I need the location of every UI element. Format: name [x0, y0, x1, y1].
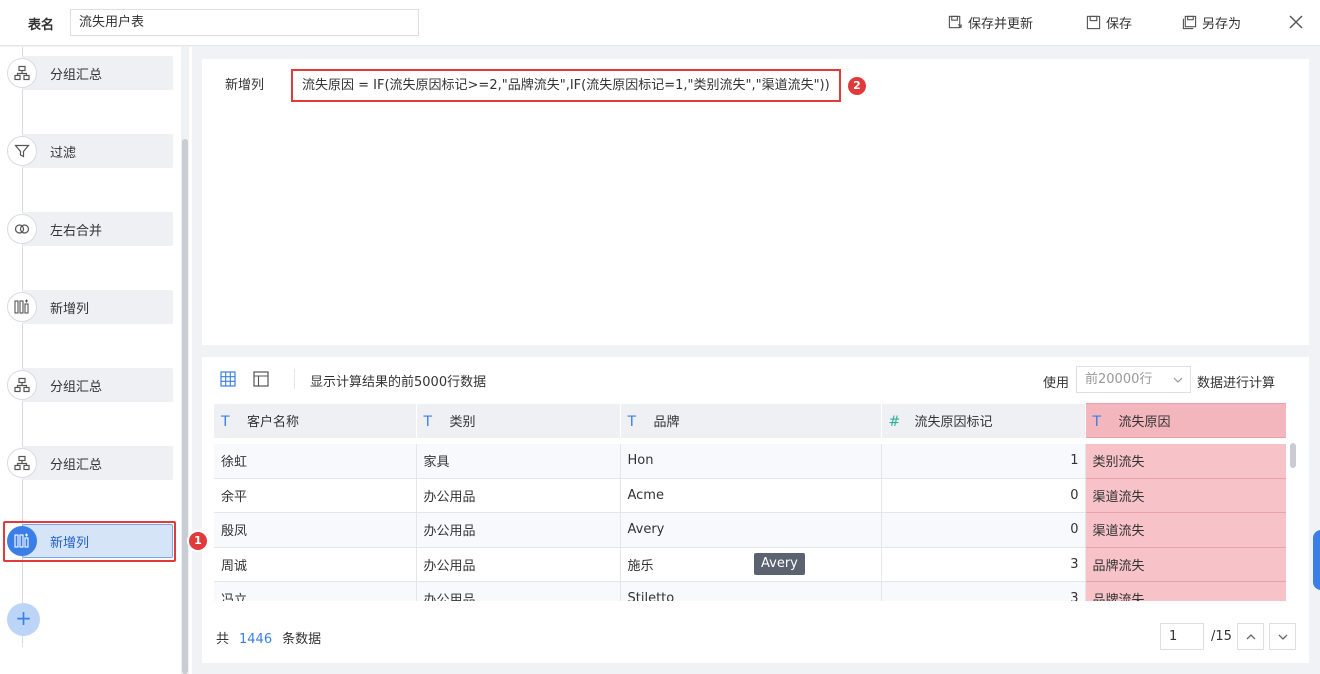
formula-panel: 新增列 流失原因 = IF(流失原因标记>=2,"品牌流失",IF(流失原因标记…	[202, 59, 1309, 345]
step-icon-circle	[7, 136, 37, 166]
step-label: 过滤	[50, 146, 77, 161]
page-total: /15	[1211, 629, 1232, 644]
step-group-summary-2[interactable]: 分组汇总	[0, 367, 180, 403]
number-type-icon: #	[888, 414, 901, 430]
save-icon	[1086, 15, 1101, 30]
step-label: 分组汇总	[50, 68, 103, 83]
step-icon-circle	[7, 214, 37, 244]
cell-tooltip: Avery	[754, 553, 805, 575]
data-preview-panel: 显示计算结果的前5000行数据 使用 前20000行 数据进行计算 T 客户名称 …	[202, 357, 1309, 663]
step-add-column-1[interactable]: 新增列	[0, 289, 180, 325]
close-icon[interactable]	[1288, 14, 1304, 30]
step-rail: 分组汇总 过滤 左右合并 新增列 分组汇总 分组汇总 新增列 1 +	[0, 47, 207, 674]
grid-view-icon[interactable]	[220, 371, 236, 387]
annotation-highlight-box	[3, 521, 176, 562]
add-column-icon	[14, 299, 29, 314]
row-limit-select[interactable]: 前20000行	[1076, 366, 1191, 393]
column-header[interactable]: T 客户名称	[214, 403, 417, 438]
step-label: 分组汇总	[50, 458, 103, 473]
annotation-badge-1: 1	[189, 532, 207, 550]
annotation-badge-2: 2	[848, 77, 866, 95]
top-header: 表名 流失用户表 保存并更新 保存 另存为	[0, 0, 1320, 46]
save-label: 保存	[1106, 17, 1133, 32]
text-type-icon: T	[423, 414, 433, 430]
table-row[interactable]: 殷凤 办公用品 Avery 0 渠道流失	[214, 512, 1286, 548]
use-label: 使用	[1043, 376, 1070, 391]
formula-label: 新增列	[225, 78, 265, 93]
step-icon-circle	[7, 58, 37, 88]
chevron-down-icon	[1173, 377, 1183, 383]
record-count-value: 1446	[239, 632, 273, 647]
column-header[interactable]: T 类别	[416, 403, 621, 438]
save-as-icon	[1182, 15, 1197, 30]
step-icon-circle	[7, 292, 37, 322]
step-label: 新增列	[50, 302, 90, 317]
floating-assistant-button[interactable]	[1313, 530, 1320, 590]
table-row[interactable]: 周诚 办公用品 施乐 3 品牌流失	[214, 547, 1286, 582]
filter-icon	[14, 144, 30, 158]
use-suffix: 数据进行计算	[1197, 376, 1276, 391]
merge-icon	[14, 224, 30, 234]
save-and-update-button[interactable]: 保存并更新	[948, 13, 1033, 32]
step-pill	[22, 134, 173, 168]
step-pill	[22, 290, 173, 324]
column-header-highlighted[interactable]: T 流失原因	[1084, 403, 1286, 438]
next-page-button[interactable]	[1269, 623, 1296, 650]
chevron-up-icon	[1246, 633, 1255, 639]
step-group-summary-3[interactable]: 分组汇总	[0, 445, 180, 481]
step-icon-circle	[7, 448, 37, 478]
save-and-update-label: 保存并更新	[968, 17, 1034, 32]
rail-scrollbar[interactable]	[181, 47, 189, 674]
step-filter[interactable]: 过滤	[0, 133, 180, 169]
step-label: 左右合并	[50, 224, 103, 239]
table-header-row: T 客户名称 T 类别 T 品牌 # 流失原因标记 T 流失原因	[214, 403, 1286, 438]
table-row[interactable]: 徐虹 家具 Hon 1 类别流失	[214, 443, 1286, 479]
page-number-input[interactable]: 1	[1160, 623, 1204, 650]
scrollbar-thumb[interactable]	[1290, 443, 1296, 468]
text-type-icon: T	[1092, 414, 1102, 430]
step-merge[interactable]: 左右合并	[0, 211, 180, 247]
toolbar-divider	[294, 369, 295, 389]
row-limit-value: 前20000行	[1085, 372, 1153, 387]
column-header[interactable]: T 品牌	[620, 403, 882, 438]
step-group-summary-1[interactable]: 分组汇总	[0, 55, 180, 91]
table-name-input[interactable]: 流失用户表	[70, 9, 419, 36]
formula-input[interactable]: 流失原因 = IF(流失原因标记>=2,"品牌流失",IF(流失原因标记=1,"…	[291, 69, 841, 102]
scrollbar-thumb[interactable]	[182, 139, 188, 674]
group-summary-icon	[14, 377, 30, 393]
column-header[interactable]: # 流失原因标记	[881, 403, 1086, 438]
step-label: 分组汇总	[50, 380, 103, 395]
chevron-down-icon	[1278, 634, 1287, 640]
column-view-icon[interactable]	[253, 371, 269, 387]
table-row[interactable]: 余平 办公用品 Acme 0 渠道流失	[214, 478, 1286, 513]
save-as-button[interactable]: 另存为	[1182, 13, 1241, 32]
save-update-icon	[948, 15, 962, 29]
record-count: 共 1446 条数据	[216, 632, 322, 647]
text-type-icon: T	[627, 414, 637, 430]
text-type-icon: T	[221, 414, 230, 430]
save-button[interactable]: 保存	[1086, 13, 1132, 32]
table-name-label: 表名	[28, 18, 55, 33]
add-step-button[interactable]: +	[7, 603, 40, 636]
step-icon-circle	[7, 370, 37, 400]
data-grid: T 客户名称 T 类别 T 品牌 # 流失原因标记 T 流失原因 徐虹 家具 Hon 1 类别流失…	[214, 403, 1286, 601]
preview-info-text: 显示计算结果的前5000行数据	[310, 375, 487, 390]
table-row[interactable]: 冯立 办公用品 Stiletto 3 品牌流失	[214, 581, 1286, 601]
grid-scrollbar[interactable]	[1289, 443, 1297, 599]
previous-page-button[interactable]	[1237, 623, 1264, 650]
group-summary-icon	[14, 65, 30, 81]
save-as-label: 另存为	[1202, 17, 1242, 32]
group-summary-icon	[14, 455, 30, 471]
